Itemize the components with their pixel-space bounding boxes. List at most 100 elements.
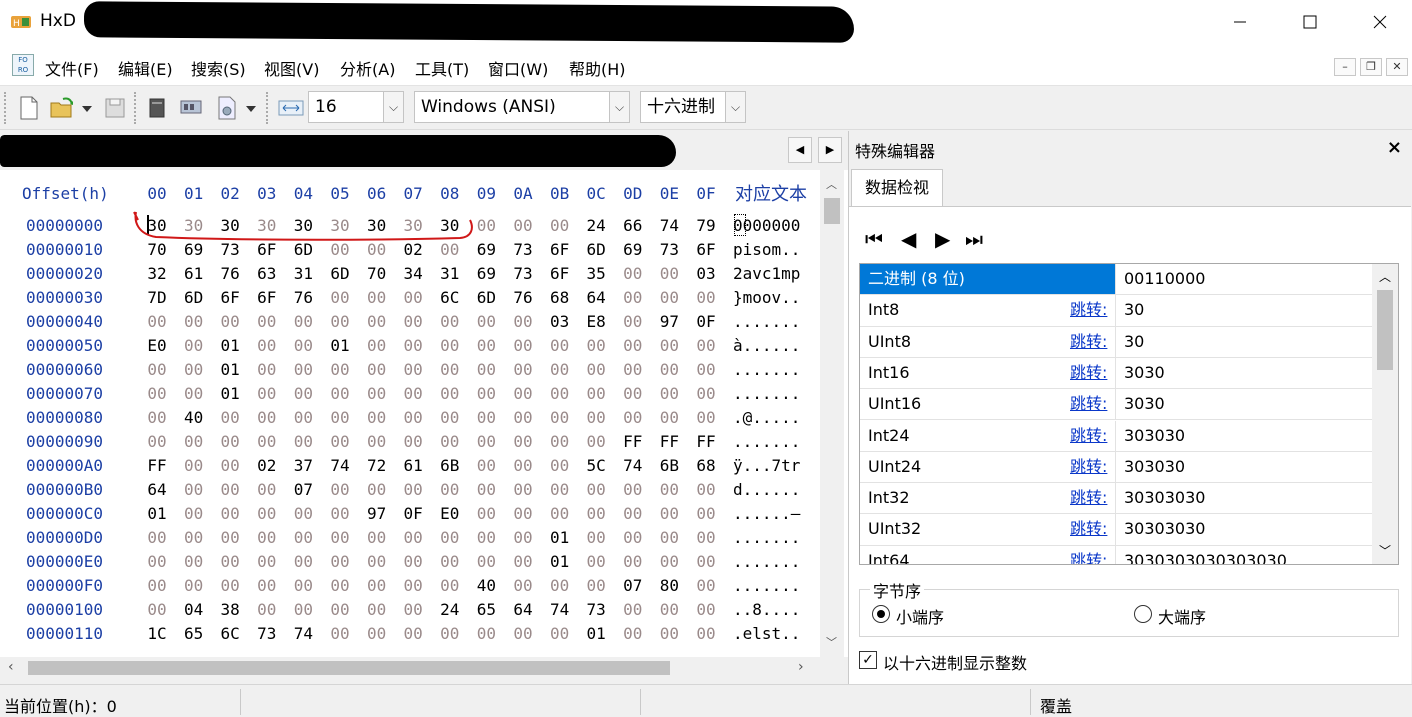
hex-row[interactable]: 00000070 00 00 01 00 00 00 00 00 00 00 00 00 00 00 00 00… [0, 384, 820, 408]
hex-byte[interactable]: 00 [140, 360, 174, 379]
hex-byte[interactable]: 00 [250, 384, 284, 403]
hex-vertical-scrollbar[interactable]: ︿ ﹀ [820, 170, 844, 657]
hex-byte[interactable]: 00 [543, 432, 577, 451]
charset-select[interactable]: Windows (ANSI) ⌵ [414, 91, 630, 123]
row-text[interactable]: ....... [733, 384, 800, 403]
hex-ints-checkbox[interactable]: ✓ [859, 651, 877, 669]
hex-byte[interactable]: 00 [616, 384, 650, 403]
hex-byte[interactable]: 00 [360, 480, 394, 499]
hex-byte[interactable]: 31 [286, 264, 320, 283]
new-file-icon[interactable] [18, 96, 40, 120]
hex-byte[interactable]: 00 [213, 504, 247, 523]
hex-byte[interactable]: 00 [469, 504, 503, 523]
hex-byte[interactable]: 00 [286, 528, 320, 547]
hex-byte[interactable]: 00 [177, 456, 211, 475]
hex-byte[interactable]: 00 [323, 432, 357, 451]
hex-byte[interactable]: 00 [469, 384, 503, 403]
hex-byte[interactable]: 31 [433, 264, 467, 283]
hex-byte[interactable]: 04 [177, 600, 211, 619]
offset-base-select[interactable]: 十六进制 ⌵ [640, 91, 746, 123]
hex-byte[interactable]: 00 [286, 384, 320, 403]
hex-byte[interactable]: 6F [543, 264, 577, 283]
hex-byte[interactable]: 00 [323, 504, 357, 523]
hex-byte[interactable]: 00 [506, 408, 540, 427]
hex-byte[interactable]: 00 [543, 408, 577, 427]
open-dropdown-icon[interactable] [80, 96, 94, 120]
hex-row[interactable]: 000000D0 00 00 00 00 00 00 00 00 00 00 00 01 00 00 00 00… [0, 528, 820, 552]
hex-byte[interactable]: 00 [177, 504, 211, 523]
row-text[interactable]: ÿ...7tr [733, 456, 800, 475]
hex-byte[interactable]: 80 [652, 576, 686, 595]
hex-byte[interactable]: 00 [506, 624, 540, 643]
open-ram-icon[interactable] [178, 96, 204, 120]
hex-byte[interactable]: 6F [213, 288, 247, 307]
inspector-value[interactable]: 30303030 [1118, 514, 1372, 544]
hex-byte[interactable]: 00 [433, 480, 467, 499]
goto-link[interactable]: 跳转: [1070, 358, 1116, 388]
hex-byte[interactable]: 73 [652, 240, 686, 259]
hex-byte[interactable]: 00 [323, 408, 357, 427]
row-text[interactable]: pisom.. [733, 240, 800, 259]
hex-byte[interactable]: 00 [616, 480, 650, 499]
hex-byte[interactable]: 00 [433, 408, 467, 427]
hex-byte[interactable]: 00 [616, 312, 650, 331]
hex-byte[interactable]: 6D [469, 288, 503, 307]
hex-byte[interactable]: 00 [652, 336, 686, 355]
hex-byte[interactable]: 73 [579, 600, 613, 619]
hex-byte[interactable]: 00 [213, 456, 247, 475]
hex-byte[interactable]: 07 [286, 480, 320, 499]
hex-byte[interactable]: 24 [579, 216, 613, 235]
hex-byte[interactable]: 00 [469, 432, 503, 451]
hex-byte[interactable]: 00 [689, 336, 723, 355]
hex-byte[interactable]: 00 [213, 408, 247, 427]
hex-byte[interactable]: 00 [652, 552, 686, 571]
inspector-value[interactable]: 30303030 [1118, 483, 1372, 513]
hex-byte[interactable]: 00 [213, 576, 247, 595]
goto-link[interactable]: 跳转: [1070, 389, 1116, 419]
chevron-up-icon[interactable]: ︿ [1379, 268, 1391, 285]
goto-link[interactable]: 跳转: [1070, 514, 1116, 544]
hex-row[interactable]: 00000090 00 00 00 00 00 00 00 00 00 00 00 00 00 FF FF FF… [0, 432, 820, 456]
hex-byte[interactable]: 40 [177, 408, 211, 427]
hex-byte[interactable]: 03 [543, 312, 577, 331]
hex-byte[interactable]: 00 [177, 384, 211, 403]
hex-byte[interactable]: 00 [396, 336, 430, 355]
hex-byte[interactable]: 00 [396, 408, 430, 427]
hex-row[interactable]: 00000080 00 40 00 00 00 00 00 00 00 00 00 00 00 00 00 00… [0, 408, 820, 432]
inspector-row[interactable]: UInt16 跳转: 3030 [860, 389, 1372, 421]
hex-byte[interactable]: 00 [177, 312, 211, 331]
inspector-value[interactable]: 3030 [1118, 389, 1372, 419]
hex-byte[interactable]: 00 [213, 528, 247, 547]
hex-byte[interactable]: 00 [396, 384, 430, 403]
hex-byte[interactable]: 01 [140, 504, 174, 523]
hex-byte[interactable]: 00 [140, 600, 174, 619]
hex-byte[interactable]: 00 [250, 600, 284, 619]
chevron-down-icon[interactable]: ⌵ [725, 92, 745, 122]
tab-scroll-right-button[interactable]: ▶ [818, 137, 842, 163]
little-endian-label[interactable]: 小端序 [896, 604, 944, 628]
hex-byte[interactable]: 00 [506, 216, 540, 235]
hex-byte[interactable]: E0 [433, 504, 467, 523]
hex-byte[interactable]: 00 [250, 504, 284, 523]
menu-file[interactable]: 文件(F) [45, 56, 99, 80]
hex-byte[interactable]: 00 [506, 552, 540, 571]
hex-byte[interactable]: 00 [579, 480, 613, 499]
mdi-minimize-button[interactable]: – [1334, 58, 1356, 76]
hex-byte[interactable]: 00 [543, 384, 577, 403]
hex-byte[interactable]: 00 [506, 576, 540, 595]
hex-row[interactable]: 00000020 32 61 76 63 31 6D 70 34 31 69 73 6F 35 00 00 03… [0, 264, 820, 288]
inspector-value[interactable]: 303030 [1118, 421, 1372, 451]
hex-byte[interactable]: 00 [286, 360, 320, 379]
hex-byte[interactable]: 6B [652, 456, 686, 475]
scroll-thumb[interactable] [1377, 290, 1393, 370]
hex-byte[interactable]: 00 [469, 456, 503, 475]
hex-byte[interactable]: 00 [433, 528, 467, 547]
inspector-row[interactable]: Int16 跳转: 3030 [860, 357, 1372, 390]
hex-byte[interactable]: 6D [177, 288, 211, 307]
chevron-down-icon[interactable]: ⌵ [609, 92, 629, 122]
previous-icon[interactable]: ◀ [901, 227, 916, 251]
hex-byte[interactable]: 00 [543, 216, 577, 235]
hex-byte[interactable]: 00 [360, 624, 394, 643]
menu-analysis[interactable]: 分析(A) [340, 56, 395, 80]
tab-data-inspector[interactable]: 数据检视 [851, 169, 943, 207]
